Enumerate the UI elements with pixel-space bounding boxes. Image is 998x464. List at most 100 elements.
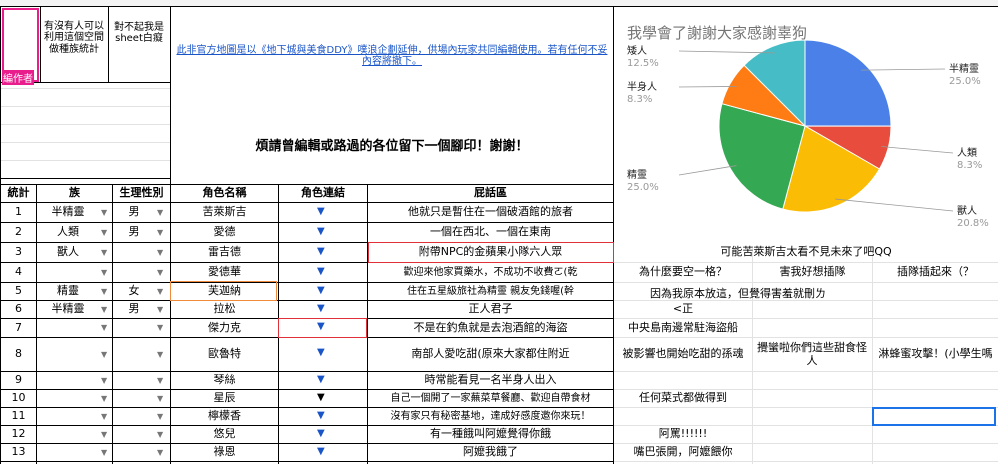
row-number: 9 — [15, 373, 22, 387]
chevron-down-icon[interactable]: ▼ — [157, 248, 163, 257]
chevron-down-icon[interactable]: ▼ — [157, 228, 163, 237]
chevron-down-icon[interactable]: ▼ — [101, 268, 107, 277]
character-name: 祿恩 — [213, 445, 236, 459]
sex-dropdown[interactable]: 男 — [113, 203, 155, 222]
race-dropdown[interactable]: 獸人 — [37, 243, 99, 262]
talk-cell: 不是在釣魚就是去泡酒館的海盜 — [413, 320, 568, 334]
collaborator-cursor — [278, 318, 367, 338]
character-link-dropdown[interactable]: ▼ — [317, 226, 325, 237]
chevron-down-icon[interactable]: ▼ — [101, 305, 107, 314]
character-name: 歐魯特 — [208, 347, 241, 361]
chevron-down-icon[interactable]: ▼ — [157, 208, 163, 217]
race-dropdown[interactable]: 半精靈 — [37, 301, 99, 318]
comment-cell: 插隊插起來（？ — [897, 265, 974, 279]
chevron-down-icon[interactable]: ▼ — [157, 323, 163, 332]
sex-dropdown[interactable]: 男 — [113, 301, 155, 318]
row-number: 10 — [11, 391, 26, 405]
header-race: 族 — [69, 186, 80, 200]
talk-cell: 住在五星級旅社為精靈 親友免錢喔(幹 — [406, 285, 575, 297]
header-name: 角色名稱 — [202, 186, 247, 200]
header-link: 角色連結 — [301, 186, 345, 200]
comment-cell: 為什麼要空一格？ — [639, 265, 727, 279]
sex-dropdown[interactable] — [113, 444, 155, 461]
chevron-down-icon[interactable]: ▼ — [101, 248, 107, 257]
character-link-dropdown[interactable]: ▼ — [317, 428, 325, 439]
chevron-down-icon[interactable]: ▼ — [101, 376, 107, 385]
race-dropdown[interactable] — [37, 390, 99, 407]
race-dropdown[interactable]: 半精靈 — [37, 203, 99, 222]
character-link-dropdown[interactable]: ▼ — [317, 392, 325, 403]
character-link-dropdown[interactable]: ▼ — [317, 266, 325, 277]
chevron-down-icon[interactable]: ▼ — [157, 448, 163, 457]
sex-dropdown[interactable] — [113, 243, 155, 262]
race-dropdown[interactable] — [37, 444, 99, 461]
header-sex: 生理性別 — [119, 186, 164, 200]
collaborator-cursor — [368, 242, 614, 263]
character-name: 傑力克 — [208, 320, 241, 334]
header-count: 統計 — [7, 186, 30, 200]
sex-dropdown[interactable]: 女 — [113, 283, 155, 300]
row-number: 3 — [15, 245, 22, 259]
pie-slice — [804, 39, 892, 127]
character-link-dropdown[interactable]: ▼ — [317, 206, 325, 217]
character-link-dropdown[interactable]: ▼ — [317, 246, 325, 257]
row-number: 11 — [11, 409, 26, 423]
character-link-dropdown[interactable]: ▼ — [317, 446, 325, 457]
slice-leader-line — [835, 198, 954, 212]
slice-percent: 8.3% — [627, 94, 652, 105]
chevron-down-icon[interactable]: ▼ — [157, 430, 163, 439]
chevron-down-icon[interactable]: ▼ — [101, 323, 107, 332]
chevron-down-icon[interactable]: ▼ — [101, 448, 107, 457]
chevron-down-icon[interactable]: ▼ — [101, 350, 107, 359]
row-number: 7 — [15, 320, 22, 334]
race-dropdown[interactable] — [37, 408, 99, 425]
character-name: 星辰 — [213, 391, 236, 405]
race-pie-chart[interactable]: 我學會了謝謝大家感謝辜狗 半精靈 25.0% 人類 8.3% 獸人 20.8% 精靈 25.0… — [615, 8, 998, 233]
chevron-down-icon[interactable]: ▼ — [101, 394, 107, 403]
sex-dropdown[interactable] — [113, 338, 155, 371]
character-link-dropdown[interactable]: ▼ — [317, 347, 325, 358]
chevron-down-icon[interactable]: ▼ — [101, 430, 107, 439]
character-link-dropdown[interactable]: ▼ — [317, 410, 325, 421]
race-dropdown[interactable] — [37, 372, 99, 389]
sex-dropdown[interactable]: 男 — [113, 223, 155, 242]
row-number: 8 — [15, 347, 22, 361]
chevron-down-icon[interactable]: ▼ — [101, 208, 107, 217]
comment-cell: 中央島南邊常駐海盜船 — [628, 320, 738, 334]
chevron-down-icon[interactable]: ▼ — [157, 287, 163, 296]
comment-cell: 嘴巴張開，阿嬤餵你 — [633, 445, 733, 459]
sex-dropdown[interactable] — [113, 263, 155, 282]
race-dropdown[interactable] — [37, 319, 99, 337]
character-link-dropdown[interactable]: ▼ — [317, 285, 325, 296]
chevron-down-icon[interactable]: ▼ — [157, 268, 163, 277]
notice-link[interactable]: 此非官方地圖是以《地下城與美食DDY》噗浪企劃延伸，供場內玩家共同編輯使用。若有… — [174, 38, 610, 74]
footprint-banner: 煩請曾編輯或路過的各位留下一個腳印！謝謝！ — [255, 138, 529, 154]
race-dropdown[interactable] — [37, 426, 99, 443]
character-link-dropdown[interactable]: ▼ — [317, 374, 325, 385]
slice-percent: 8.3% — [957, 160, 982, 171]
sex-dropdown[interactable] — [113, 426, 155, 443]
chevron-down-icon[interactable]: ▼ — [157, 412, 163, 421]
slice-label: 矮人 — [627, 45, 647, 57]
chevron-down-icon[interactable]: ▼ — [157, 394, 163, 403]
race-dropdown[interactable] — [37, 263, 99, 282]
talk-cell: 歡迎來他家買藥水，不成功不收費ㄛ(乾 — [403, 266, 578, 278]
sex-dropdown[interactable] — [113, 319, 155, 337]
character-name: 愛德 — [213, 225, 236, 239]
character-link-dropdown[interactable]: ▼ — [317, 303, 325, 314]
race-dropdown[interactable]: 精靈 — [37, 283, 99, 300]
chevron-down-icon[interactable]: ▼ — [101, 287, 107, 296]
comment-cell: 阿罵!!!!!! — [658, 427, 708, 441]
sex-dropdown[interactable] — [113, 390, 155, 407]
talk-cell: 他就只是暫住在一個破酒館的旅者 — [408, 205, 573, 219]
chevron-down-icon[interactable]: ▼ — [101, 228, 107, 237]
chevron-down-icon[interactable]: ▼ — [157, 376, 163, 385]
selected-cell[interactable] — [872, 407, 996, 426]
sex-dropdown[interactable] — [113, 408, 155, 425]
chevron-down-icon[interactable]: ▼ — [157, 305, 163, 314]
race-dropdown[interactable]: 人類 — [37, 223, 99, 242]
sex-dropdown[interactable] — [113, 372, 155, 389]
chevron-down-icon[interactable]: ▼ — [157, 350, 163, 359]
chevron-down-icon[interactable]: ▼ — [101, 412, 107, 421]
race-dropdown[interactable] — [37, 338, 99, 371]
